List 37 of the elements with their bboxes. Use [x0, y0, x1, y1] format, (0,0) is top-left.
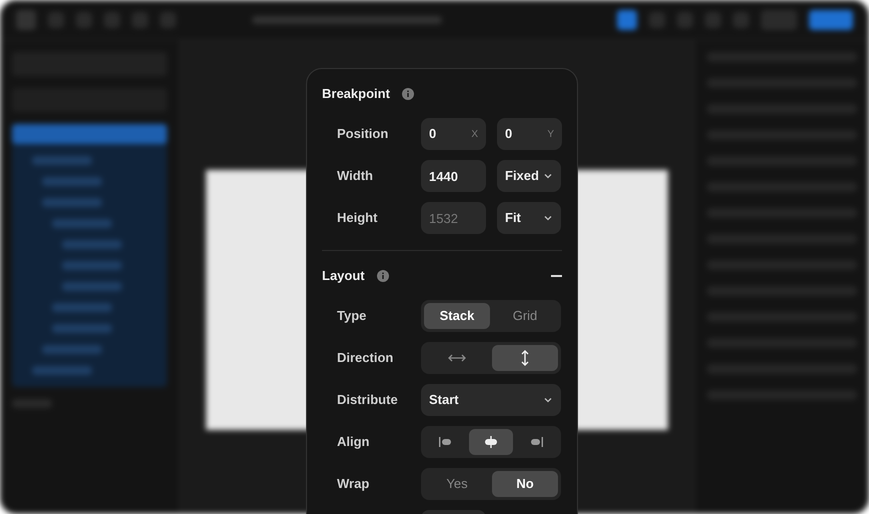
sizing-select[interactable]: Fit — [497, 202, 561, 234]
number-field[interactable]: 1532 — [421, 202, 486, 234]
toggle-option[interactable]: Grid — [492, 303, 558, 329]
field-label: Align — [337, 433, 370, 452]
axis-label: Y — [547, 128, 554, 142]
horizontal-arrows-icon — [448, 353, 466, 363]
section-title: Breakpoint — [322, 85, 390, 104]
field-label: Width — [337, 167, 374, 186]
toggle-option[interactable]: Stack — [424, 303, 490, 329]
section-title: Layout — [322, 267, 365, 286]
field-label: Direction — [337, 349, 394, 368]
info-icon — [402, 88, 414, 100]
field-label: Position — [337, 125, 390, 144]
align-option[interactable] — [469, 429, 513, 455]
align-left-icon — [438, 437, 453, 447]
sizing-select[interactable]: Fixed — [497, 160, 561, 192]
field-value: 0 — [429, 125, 436, 144]
field-label: Wrap — [337, 475, 370, 494]
align-right-icon — [529, 437, 544, 447]
chevron-down-icon — [543, 171, 553, 181]
field-label: Type — [337, 307, 368, 326]
toggle-option[interactable]: Yes — [424, 471, 490, 497]
number-field[interactable]: 0 Y — [497, 118, 562, 150]
info-icon — [376, 270, 389, 282]
distribute-select[interactable]: Start — [421, 384, 561, 416]
vertical-arrows-icon — [520, 350, 530, 366]
align-center-icon — [484, 436, 498, 448]
field-value: 0 — [505, 125, 512, 144]
number-field[interactable]: 0 X — [421, 118, 486, 150]
direction-option[interactable] — [492, 345, 558, 371]
field-label: Height — [337, 209, 378, 228]
chevron-down-icon — [543, 213, 553, 223]
axis-label: X — [471, 128, 478, 142]
number-field[interactable]: 1440 — [421, 160, 486, 192]
toggle-option[interactable]: No — [492, 471, 558, 497]
chevron-down-icon — [543, 395, 553, 405]
field-label: Distribute — [337, 391, 399, 410]
